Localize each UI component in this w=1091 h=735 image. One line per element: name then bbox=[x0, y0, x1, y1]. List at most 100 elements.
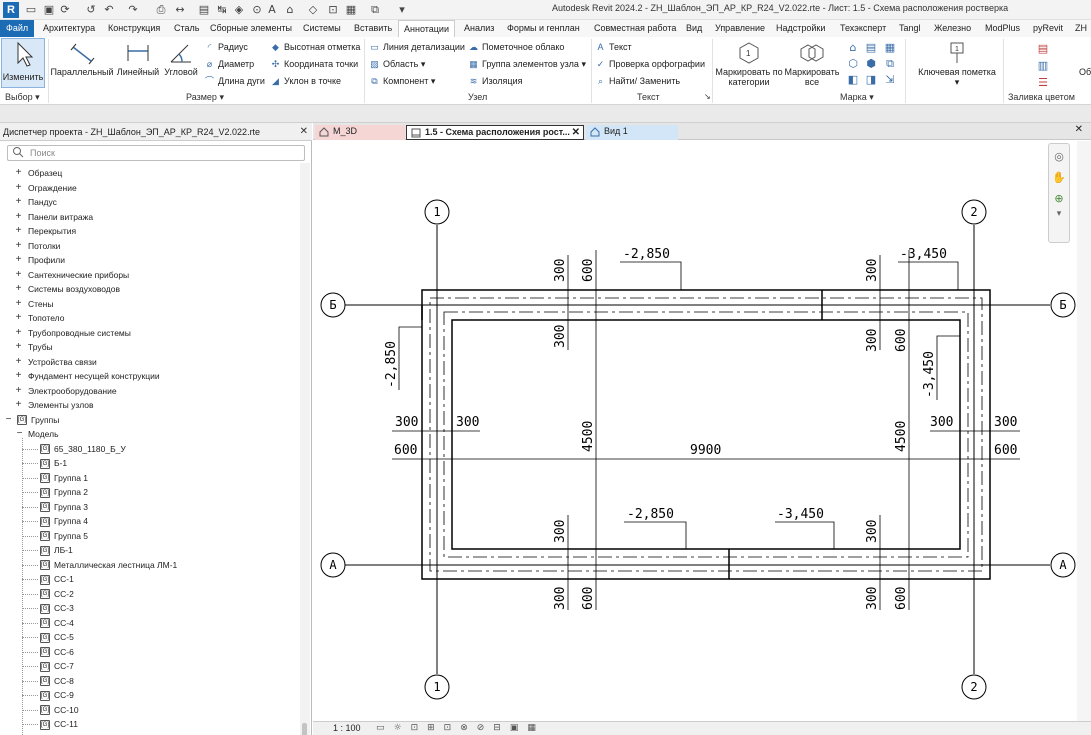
dimension-text[interactable]: 600 bbox=[994, 443, 1017, 458]
browser-scrollbar[interactable] bbox=[300, 163, 310, 735]
keynote-button[interactable]: 1 Ключевая пометка ▾ bbox=[914, 41, 1000, 87]
dimension-text[interactable]: 600 bbox=[394, 443, 417, 458]
spot-slope-button[interactable]: ◢ Уклон в точке bbox=[270, 74, 341, 88]
linear-dimension-button[interactable]: Линейный bbox=[115, 41, 161, 77]
spot-icon[interactable]: ⊙ bbox=[250, 3, 264, 17]
expand-icon[interactable]: + bbox=[14, 253, 23, 267]
expand-icon[interactable]: + bbox=[14, 340, 23, 354]
modify-button[interactable]: Изменить bbox=[1, 38, 45, 88]
expand-icon[interactable]: + bbox=[14, 166, 23, 180]
thin-lines-icon[interactable]: ⊡ bbox=[326, 3, 340, 17]
stair-tag-icon[interactable]: ◧ bbox=[846, 73, 860, 87]
canvas-scrollbar[interactable] bbox=[1077, 141, 1091, 721]
panel-select-label[interactable]: Выбор ▾ bbox=[5, 92, 40, 103]
cut-label[interactable]: Об bbox=[1079, 65, 1091, 79]
tab-zh[interactable]: ZH bbox=[1075, 20, 1087, 37]
dimension-text[interactable]: 600 bbox=[581, 259, 596, 282]
panel-text-label[interactable]: Текст bbox=[637, 92, 660, 102]
text-icon[interactable]: A bbox=[265, 3, 279, 17]
dimension-text[interactable]: 300 bbox=[930, 415, 953, 430]
zoom-icon[interactable]: ⊕ bbox=[1049, 192, 1069, 205]
arc-length-button[interactable]: ⌒ Длина дуги bbox=[204, 74, 265, 88]
chevron-down-icon[interactable]: ▾ bbox=[1049, 209, 1069, 219]
expand-icon[interactable]: + bbox=[14, 297, 23, 311]
tag-all-button[interactable]: Маркировать все bbox=[783, 41, 841, 87]
spot-elevation[interactable]: -3,450 bbox=[900, 247, 947, 262]
dropdown-icon[interactable]: ▾ bbox=[395, 3, 409, 17]
sync-icon[interactable]: ⟳ bbox=[58, 3, 72, 17]
tab-manage[interactable]: Управление bbox=[715, 20, 765, 37]
tab-addins[interactable]: Надстройки bbox=[776, 20, 825, 37]
beam-tag-icon[interactable]: ⌂ bbox=[846, 41, 860, 55]
dimension-text[interactable]: 600 bbox=[894, 587, 909, 610]
close-icon[interactable]: ✕ bbox=[300, 123, 308, 141]
tab-techexpert[interactable]: Техэксперт bbox=[840, 20, 886, 37]
pan-icon[interactable]: ✋ bbox=[1049, 171, 1069, 184]
dimension-text[interactable]: 300 bbox=[553, 259, 568, 282]
dimension-text[interactable]: 300 bbox=[994, 415, 1017, 430]
tab-massing-site[interactable]: Формы и генплан bbox=[507, 20, 580, 37]
space-tag-icon[interactable]: ⧉ bbox=[883, 57, 897, 71]
open-icon[interactable]: ▭ bbox=[24, 3, 38, 17]
spot-elevation[interactable]: -3,450 bbox=[922, 351, 937, 398]
text-settings-arrow-icon[interactable]: ↘ bbox=[704, 92, 711, 101]
tab-modplus[interactable]: ModPlus bbox=[985, 20, 1020, 37]
revit-logo[interactable]: R bbox=[3, 2, 19, 18]
dimension-text[interactable]: 4500 bbox=[581, 421, 596, 452]
color-fill-legend-icon[interactable]: ▤ bbox=[1036, 42, 1050, 56]
align-dim-icon[interactable]: ↹ bbox=[215, 3, 229, 17]
dimension-text[interactable]: 4500 bbox=[894, 421, 909, 452]
close-tab-icon[interactable]: ✕ bbox=[572, 126, 580, 139]
tab-view[interactable]: Вид bbox=[686, 20, 702, 37]
dimension-text[interactable]: 300 bbox=[865, 329, 880, 352]
dimension-text[interactable]: 300 bbox=[865, 259, 880, 282]
steering-wheel-icon[interactable]: ◎ bbox=[1049, 150, 1069, 163]
tab-tangl[interactable]: Tangl bbox=[899, 20, 921, 37]
dimension-text[interactable]: 300 bbox=[553, 520, 568, 543]
scroll-thumb[interactable] bbox=[302, 723, 307, 735]
material-tag-icon[interactable]: ⬡ bbox=[846, 57, 860, 71]
panel-detail-label[interactable]: Узел bbox=[468, 92, 487, 102]
measure-icon[interactable]: ↔ bbox=[173, 3, 187, 17]
expand-icon[interactable]: + bbox=[14, 210, 23, 224]
tab-architecture[interactable]: Архитектура bbox=[43, 20, 95, 37]
tab-precast[interactable]: Сборные элементы bbox=[210, 20, 292, 37]
panel-tag-label[interactable]: Марка ▾ bbox=[840, 92, 874, 103]
spot-elevation[interactable]: -2,850 bbox=[627, 507, 674, 522]
tag-icon[interactable]: ◈ bbox=[232, 3, 246, 17]
section-icon[interactable]: ◇ bbox=[306, 3, 320, 17]
spot-elevation[interactable]: -2,850 bbox=[384, 341, 399, 388]
insulation-button[interactable]: ≋ Изоляция bbox=[468, 74, 523, 88]
spot-elevation[interactable]: -3,450 bbox=[777, 507, 824, 522]
text-button[interactable]: A Текст bbox=[595, 40, 631, 54]
tab-systems[interactable]: Системы bbox=[303, 20, 341, 37]
dimension-text[interactable]: 300 bbox=[553, 587, 568, 610]
3d-view-icon[interactable]: ⌂ bbox=[283, 3, 297, 17]
panel-color-fill-label[interactable]: Заливка цветом bbox=[1008, 92, 1075, 102]
view-control-icons[interactable]: ▭☼⊡⊞⊡⊗⊘⊟▣▦ bbox=[376, 723, 545, 733]
tab-zhelezno[interactable]: Железно bbox=[934, 20, 971, 37]
rebar-tag-icon[interactable]: ⇲ bbox=[883, 73, 897, 87]
spelling-button[interactable]: ✓ Проверка орфографии bbox=[595, 57, 705, 71]
spot-coordinate-button[interactable]: ✣ Координата точки bbox=[270, 57, 358, 71]
close-all-icon[interactable]: ✕ bbox=[1075, 124, 1083, 135]
dimension-text[interactable]: 300 bbox=[395, 415, 418, 430]
undo-icon[interactable]: ↶ bbox=[102, 3, 116, 17]
radial-dimension-button[interactable]: ◜ Радиус bbox=[204, 40, 248, 54]
view-ref-icon[interactable]: ◨ bbox=[864, 73, 878, 87]
region-button[interactable]: ▨ Область ▾ bbox=[369, 57, 425, 71]
expand-icon[interactable]: + bbox=[14, 311, 23, 325]
expand-icon[interactable]: + bbox=[14, 369, 23, 383]
drawing-canvas[interactable]: 1 2 1 2 Б Б А А -2,850 -3,450 -2,850 -3,… bbox=[313, 141, 1091, 721]
expand-icon[interactable]: + bbox=[14, 355, 23, 369]
detail-line-button[interactable]: ▭ Линия детализации bbox=[369, 40, 465, 54]
tab-pyrevit[interactable]: pyRevit bbox=[1033, 20, 1063, 37]
dimension-text[interactable]: 300 bbox=[865, 520, 880, 543]
dimension-text[interactable]: 600 bbox=[894, 329, 909, 352]
redo-icon[interactable]: ↷ bbox=[126, 3, 140, 17]
print-icon[interactable]: ⎙ bbox=[154, 3, 168, 17]
expand-icon[interactable]: + bbox=[14, 239, 23, 253]
pipe-legend-icon[interactable]: ☰ bbox=[1036, 76, 1050, 90]
dimension-text[interactable]: 300 bbox=[865, 587, 880, 610]
duct-legend-icon[interactable]: ▥ bbox=[1036, 59, 1050, 73]
